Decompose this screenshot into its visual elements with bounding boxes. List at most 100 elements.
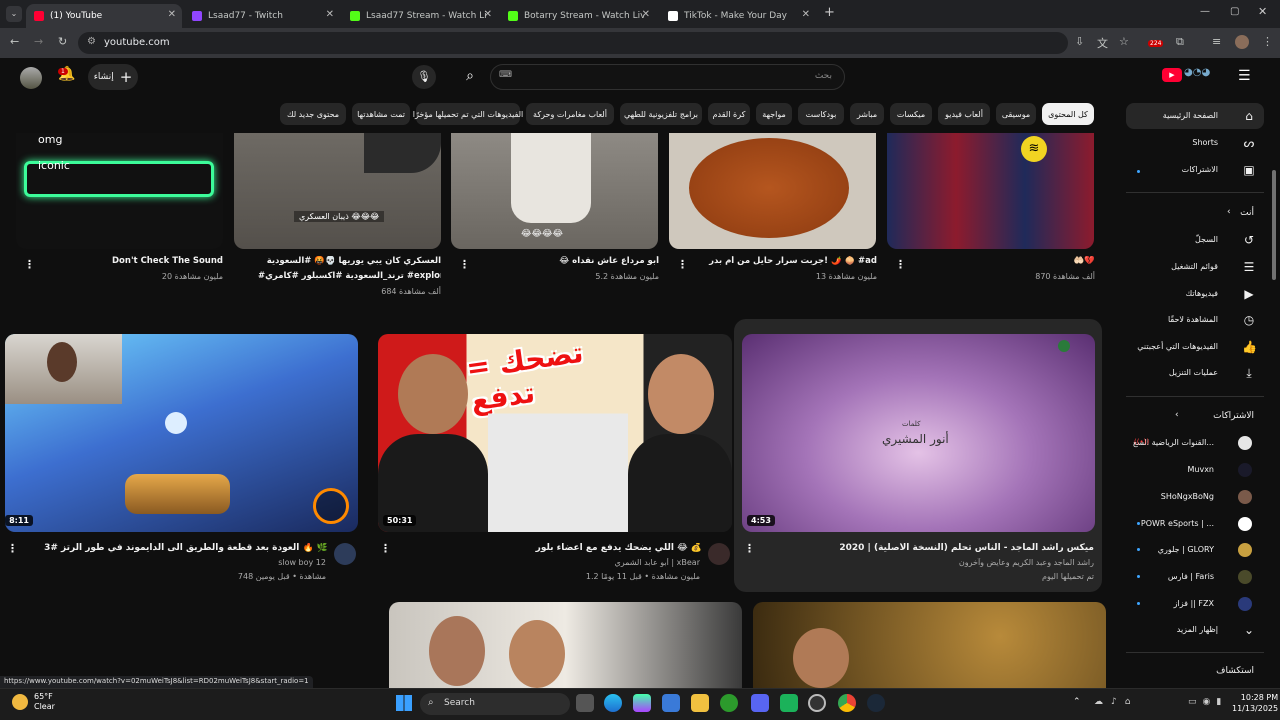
short-title[interactable]: العسكري كان يبي يوريها 💀🤬 #السعودية — [258, 256, 441, 266]
app-icon[interactable] — [780, 694, 798, 712]
chip-versus[interactable]: مواجهة — [756, 103, 792, 125]
video-thumbnail[interactable]: تضحك = تدفع 50:31 — [378, 334, 732, 532]
video-channel[interactable]: راشد الماجد وعبد الكريم وعايض وآخرون — [770, 558, 1094, 567]
video-channel[interactable]: أبو عابد الشمري | xBear — [410, 558, 700, 567]
sidebar-channel[interactable]: SHoNgxBoNg — [1161, 492, 1214, 501]
address-bar[interactable]: ⚙ youtube.com — [78, 32, 1068, 54]
short-thumbnail[interactable]: 😂😂😂😂 — [451, 133, 658, 249]
video-title[interactable]: اللي يضحك يدفع مع اعضاء بلور 😂 💰 — [410, 543, 702, 553]
close-window-icon[interactable]: ✕ — [1258, 5, 1267, 18]
chip-live[interactable]: مباشر — [850, 103, 884, 125]
more-actions-icon[interactable]: ⋮ — [895, 258, 906, 271]
back-icon[interactable]: ← — [10, 35, 19, 48]
short-thumbnail[interactable]: ≋ — [887, 133, 1094, 249]
windows-start-icon[interactable] — [396, 695, 412, 711]
reading-list-icon[interactable]: ≡ — [1212, 35, 1221, 48]
search-input[interactable]: بحث ⌨ — [490, 64, 845, 90]
taskbar-search[interactable]: ⌕ Search — [420, 693, 570, 715]
browser-tab[interactable]: Lsaad77 - Twitch ✕ — [184, 4, 340, 28]
translate-icon[interactable]: 文 — [1097, 35, 1108, 51]
close-tab-icon[interactable]: ✕ — [326, 9, 334, 20]
task-view-icon[interactable] — [576, 694, 594, 712]
tray-chevron-up-icon[interactable]: ⌃ — [1073, 697, 1081, 707]
sidebar-item-liked-videos[interactable]: الفيديوهات التي أعجبتني — [1137, 342, 1218, 351]
youtube-doodle-logo[interactable]: ◕◔◕ — [1184, 67, 1210, 78]
sidebar-channel[interactable]: POWR eSports | ... — [1141, 519, 1214, 528]
weather-icon[interactable] — [12, 694, 28, 710]
channel-avatar[interactable] — [1238, 463, 1252, 477]
thumbs-up-icon[interactable]: 👍 — [1242, 340, 1257, 354]
tab-search-icon[interactable]: ⌄ — [6, 6, 22, 22]
account-avatar[interactable] — [20, 67, 42, 89]
create-button[interactable]: إنشاء + — [88, 64, 138, 90]
short-title[interactable]: جربت سرار حايل من أم بدر! 🌶️ 🧅 #ad — [694, 256, 877, 266]
short-title[interactable]: 🤲🏻💔 — [912, 256, 1095, 266]
install-app-icon[interactable]: ⇩ — [1075, 35, 1084, 48]
taskbar-clock[interactable]: 10:28 PM 11/13/2025 — [1232, 692, 1278, 714]
short-title-line2[interactable]: #ترند_السعودية #اكسبلور #كامري #explore … — [258, 271, 441, 281]
close-tab-icon[interactable]: ✕ — [168, 9, 176, 20]
close-tab-icon[interactable]: ✕ — [642, 9, 650, 20]
more-actions-icon[interactable]: ⋮ — [7, 542, 18, 555]
browser-tab[interactable]: Lsaad77 Stream - Watch Live o ✕ — [342, 4, 498, 28]
tray-icons[interactable]: ☁♪⌂ — [1094, 697, 1138, 707]
chip-music[interactable]: موسيقى — [996, 103, 1036, 125]
edge-icon[interactable] — [604, 694, 622, 712]
chip-football[interactable]: كرة القدم — [708, 103, 750, 125]
maximize-icon[interactable]: ▢ — [1230, 6, 1239, 17]
chip-recently-uploaded[interactable]: الفيديوهات التي تم تحميلها مؤخرًا — [413, 103, 523, 125]
xbox-icon[interactable] — [720, 694, 738, 712]
store-icon[interactable] — [662, 694, 680, 712]
video-thumbnail[interactable] — [389, 602, 742, 688]
chip-all[interactable]: كل المحتوى — [1042, 103, 1094, 125]
home-icon[interactable]: ⌂ — [1242, 109, 1256, 123]
watch-later-icon[interactable]: ◷ — [1242, 313, 1256, 327]
youtube-logo-icon[interactable]: ▶ — [1162, 68, 1182, 82]
new-tab-button[interactable]: + — [824, 5, 835, 20]
video-thumbnail[interactable]: كلمات أنور المشيري 4:53 — [742, 334, 1095, 532]
playlists-icon[interactable]: ☰ — [1242, 260, 1256, 274]
more-actions-icon[interactable]: ⋮ — [744, 542, 755, 555]
wifi-volume-battery-icons[interactable]: ▭◉▮ — [1188, 697, 1227, 707]
voice-search-mic-icon[interactable]: 🎙 — [412, 65, 436, 89]
channel-avatar[interactable] — [1238, 517, 1252, 531]
video-thumbnail[interactable] — [753, 602, 1106, 688]
sidebar-item-subscriptions[interactable]: الاشتراكات — [1182, 165, 1218, 174]
shorts-icon[interactable]: ᔕ — [1242, 136, 1256, 150]
sidebar-item-history[interactable]: السجلّ — [1195, 235, 1218, 244]
sidebar-item-watch-later[interactable]: المشاهدة لاحقًا — [1168, 315, 1218, 324]
channel-avatar[interactable] — [1238, 597, 1252, 611]
search-button-icon[interactable]: ⌕ — [456, 64, 484, 90]
close-tab-icon[interactable]: ✕ — [802, 9, 810, 20]
short-thumbnail[interactable] — [669, 133, 876, 249]
download-icon[interactable]: ⤓ — [1242, 366, 1256, 380]
video-thumbnail[interactable]: 8:11 — [5, 334, 358, 532]
sidebar-item-downloads[interactable]: عمليات التنزيل — [1169, 368, 1218, 377]
site-info-icon[interactable]: ⚙ — [87, 36, 96, 47]
chip-mixes[interactable]: ميكسات — [890, 103, 932, 125]
sidebar-channel[interactable]: فارس | Faris — [1168, 572, 1214, 581]
browser-tab[interactable]: (1) YouTube ✕ — [26, 4, 182, 28]
page-scrollbar[interactable] — [1272, 170, 1276, 280]
video-channel[interactable]: slow boy 12 — [40, 558, 326, 567]
forward-icon[interactable]: → — [34, 35, 43, 48]
weather-widget[interactable]: 65°F Clear — [34, 692, 55, 712]
more-actions-icon[interactable]: ⋮ — [380, 542, 391, 555]
channel-avatar[interactable] — [1238, 490, 1252, 504]
keyboard-icon[interactable]: ⌨ — [499, 70, 512, 80]
chip-watched[interactable]: تمت مشاهدتها — [352, 103, 410, 125]
sidebar-subscriptions-header[interactable]: الاشتراكات — [1213, 411, 1254, 421]
sidebar-item-home[interactable]: الصفحة الرئيسية — [1163, 111, 1218, 120]
chip-podcasts[interactable]: بودكاست — [798, 103, 844, 125]
channel-avatar[interactable] — [708, 543, 730, 565]
chrome-menu-icon[interactable]: ⋮ — [1262, 35, 1273, 48]
file-explorer-icon[interactable] — [691, 694, 709, 712]
reload-icon[interactable]: ↻ — [58, 35, 67, 48]
extensions-icon[interactable]: ⧉ — [1176, 35, 1184, 49]
channel-avatar[interactable] — [334, 543, 356, 565]
video-title[interactable]: العودة بعد قطعة والطريق الى الدايموند في… — [40, 543, 328, 553]
short-title[interactable]: 😂 أبو مرداع عاش نفداه — [476, 256, 659, 266]
chip-new-to-you[interactable]: محتوى جديد لك — [280, 103, 346, 125]
sidebar-channel[interactable]: فزاز || FZX — [1174, 599, 1214, 608]
chip-cooking-shows[interactable]: برامج تلفزيونية للطهي — [620, 103, 702, 125]
